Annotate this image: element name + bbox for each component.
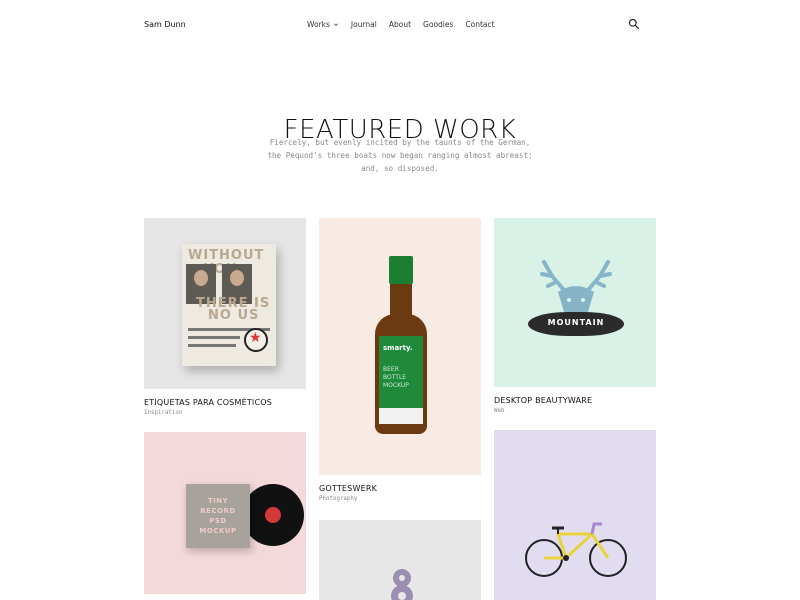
search-icon[interactable] bbox=[628, 18, 640, 30]
work-title[interactable]: DESKTOP BEAUTYWARE bbox=[494, 396, 592, 405]
nav-item-contact[interactable]: Contact bbox=[465, 20, 494, 29]
nav-item-about-label: About bbox=[388, 20, 412, 29]
work-category[interactable]: Web bbox=[494, 408, 504, 414]
nav-item-goodies-label: Goodies bbox=[423, 20, 454, 29]
work-card-record[interactable]: TINY RECORD PSD MOCKUP bbox=[144, 432, 306, 594]
work-category[interactable]: Photography bbox=[319, 496, 357, 502]
mountain-banner: MOUNTAIN bbox=[528, 312, 624, 336]
hero-subtitle-line: the Pequod's three boats now began rangi… bbox=[267, 151, 533, 160]
chevron-down-icon bbox=[333, 23, 338, 26]
nav-item-goodies[interactable]: Goodies bbox=[423, 20, 453, 29]
banner-text: MOUNTAIN bbox=[547, 318, 605, 327]
text-strip bbox=[188, 344, 236, 347]
work-card-bottom-middle[interactable] bbox=[319, 520, 481, 600]
sleeve-line: RECORD bbox=[200, 507, 236, 515]
nav-item-contact-label: Contact bbox=[465, 20, 495, 29]
bottle-label-text: BEER BOTTLE MOCKUP bbox=[383, 366, 409, 390]
bottle-brand: smarty. bbox=[383, 344, 413, 352]
nav-item-journal[interactable]: Journal bbox=[351, 20, 377, 29]
vinyl-record-image bbox=[242, 484, 304, 546]
sleeve-line: MOCKUP bbox=[199, 527, 237, 535]
sleeve-text: TINY RECORD PSD MOCKUP bbox=[186, 496, 250, 536]
nav-item-journal-label: Journal bbox=[350, 20, 377, 29]
work-card-gotteswerk[interactable]: smarty. BEER BOTTLE MOCKUP bbox=[319, 218, 481, 475]
site-brand[interactable]: Sam Dunn bbox=[144, 20, 186, 29]
bicycle-icon bbox=[525, 522, 627, 577]
work-card-etiquetas[interactable]: WITHOUT YOU THERE IS NO US bbox=[144, 218, 306, 389]
work-title[interactable]: ETIQUETAS PARA COSMÉTICOS bbox=[144, 398, 272, 407]
bottle-label-line: BOTTLE bbox=[383, 374, 407, 381]
book-word: WITHOUT bbox=[188, 248, 265, 263]
work-card-desktop-beautyware[interactable]: MOUNTAIN bbox=[494, 218, 656, 387]
main-nav: Works Journal About Goodies Contact bbox=[307, 20, 495, 29]
star-seal bbox=[244, 328, 268, 352]
bottle-label-line: MOCKUP bbox=[383, 382, 409, 389]
book-mockup-image: WITHOUT YOU THERE IS NO US bbox=[182, 244, 276, 366]
text-strip bbox=[188, 336, 240, 339]
book-word: NO US bbox=[208, 308, 260, 323]
work-card-bicycle[interactable] bbox=[494, 430, 656, 600]
bottle-base-label bbox=[379, 408, 423, 424]
hero-subtitle-line: Fiercely, but evenly incited by the taun… bbox=[269, 138, 531, 147]
nav-item-works[interactable]: Works bbox=[307, 20, 339, 29]
work-category[interactable]: Inspiration bbox=[144, 410, 182, 416]
sleeve-line: TINY bbox=[207, 497, 229, 505]
hero-subtitle-line: and, so disposed. bbox=[361, 164, 439, 173]
bottle-label: smarty. BEER BOTTLE MOCKUP bbox=[379, 336, 423, 408]
number-eight-image bbox=[391, 569, 413, 600]
work-title[interactable]: GOTTESWERK bbox=[319, 484, 377, 493]
hero-subtitle: Fiercely, but evenly incited by the taun… bbox=[250, 136, 550, 175]
nav-item-about[interactable]: About bbox=[389, 20, 411, 29]
bottle-cap bbox=[389, 256, 413, 284]
record-sleeve: TINY RECORD PSD MOCKUP bbox=[186, 484, 250, 548]
bottle-label-line: BEER bbox=[383, 366, 399, 373]
nav-item-works-label: Works bbox=[307, 20, 330, 29]
sleeve-line: PSD bbox=[209, 517, 227, 525]
